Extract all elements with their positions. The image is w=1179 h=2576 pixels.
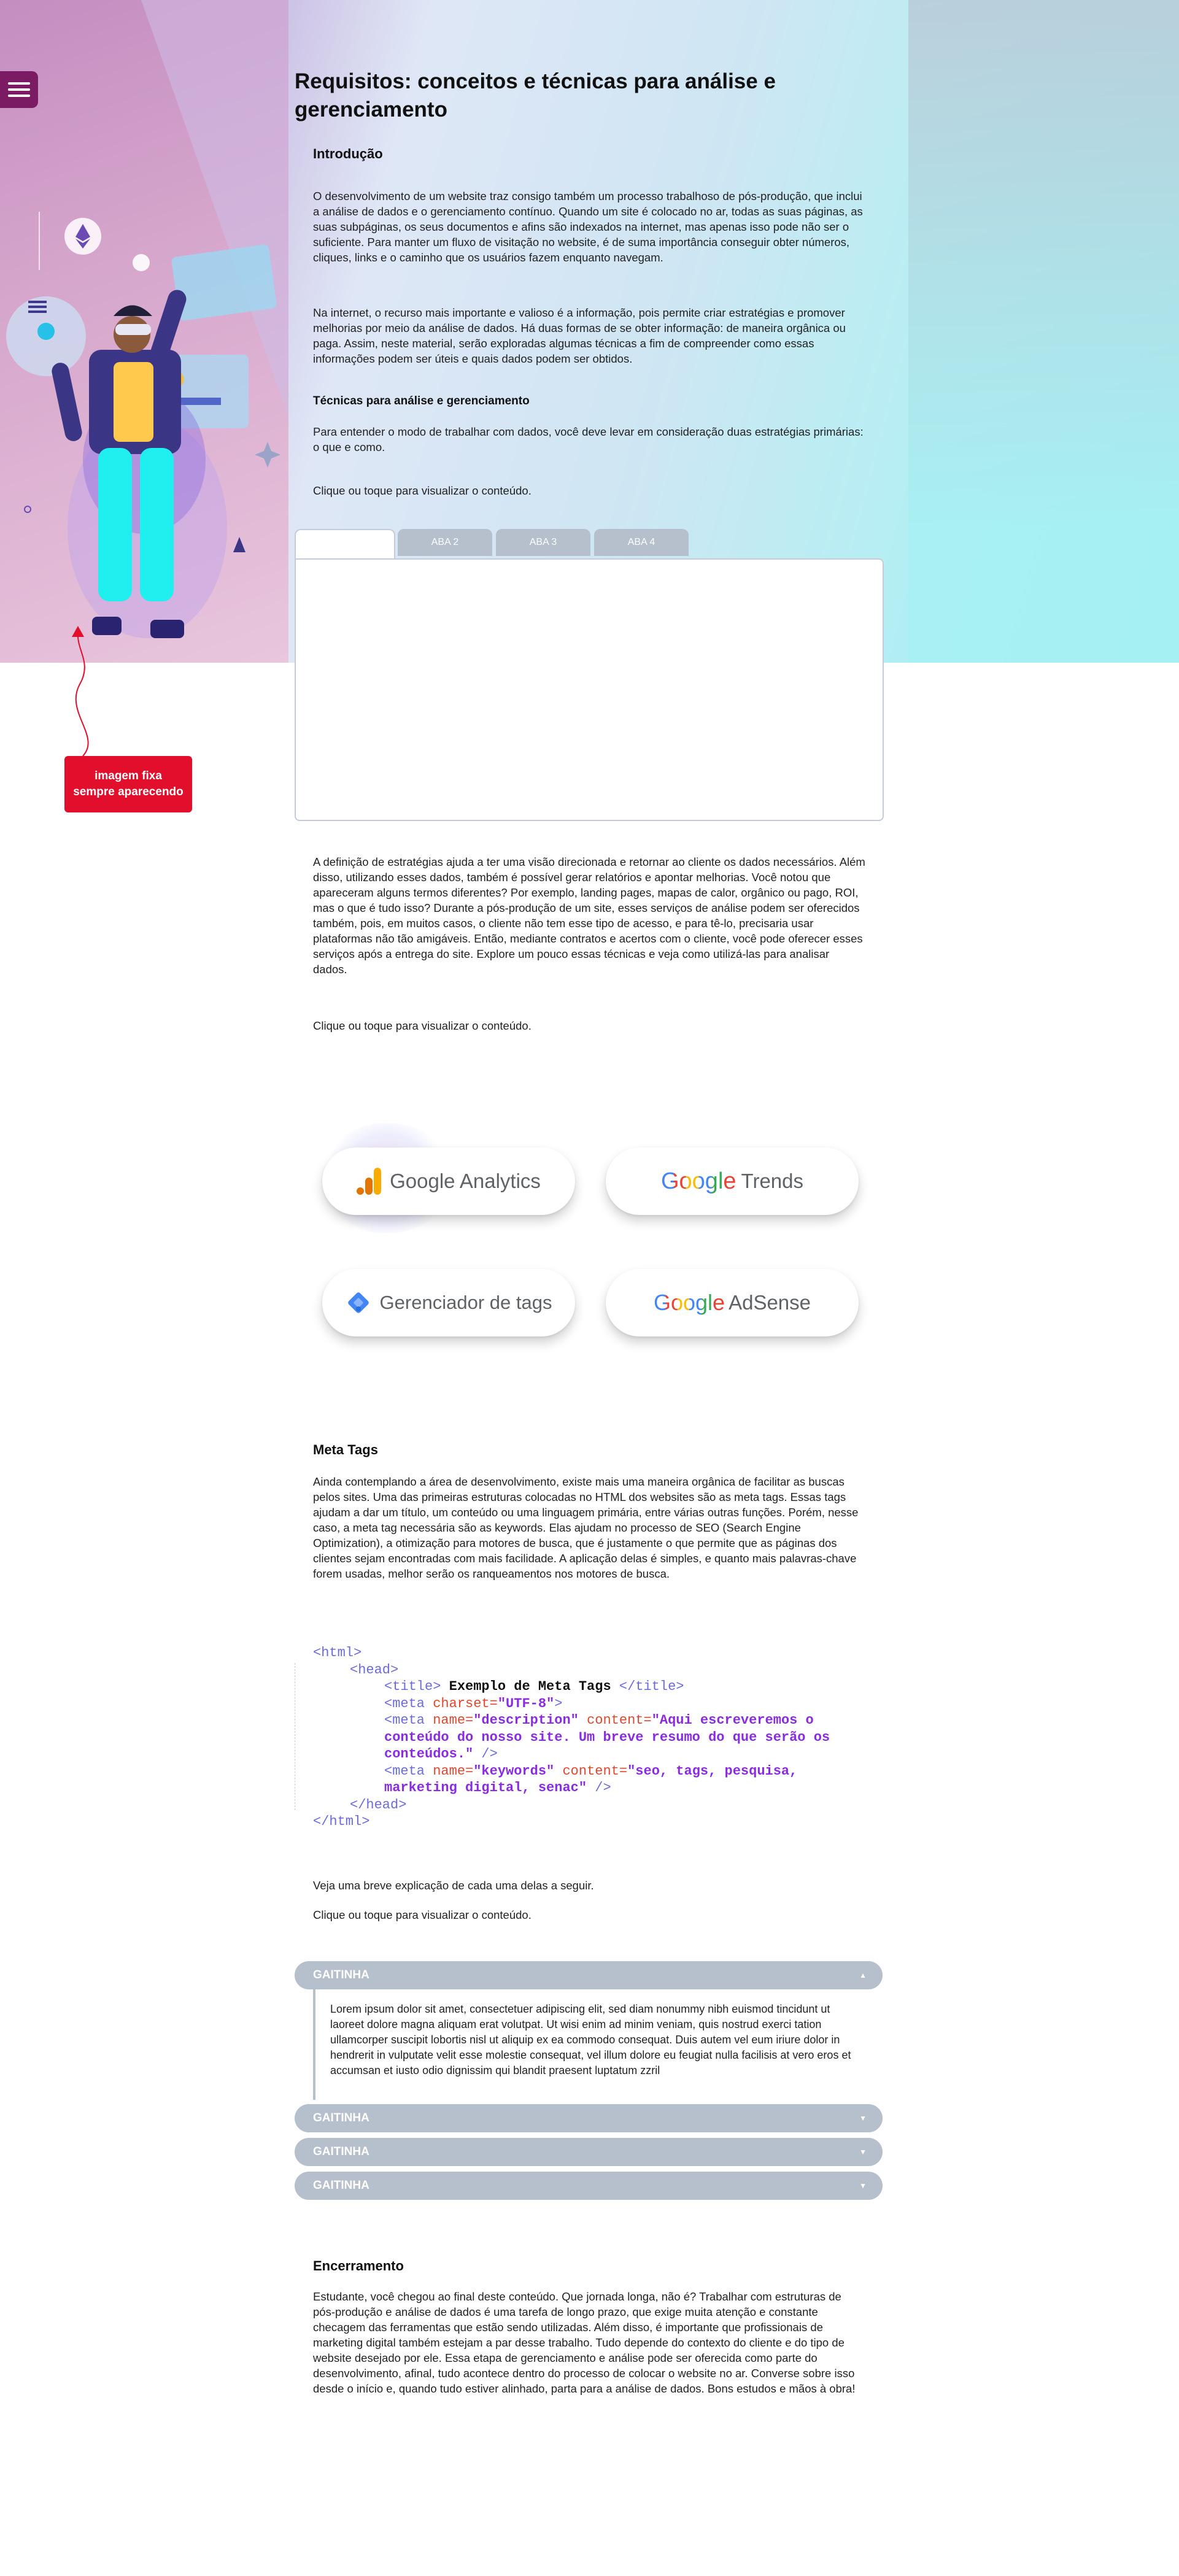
google-trends-label: Trends [741,1170,804,1192]
google-trends-button[interactable]: Google Trends [606,1147,859,1215]
tab-2[interactable]: ABA 2 [398,529,492,556]
accordion-item-2-label: GAITINHA [313,2111,369,2124]
tab-4[interactable]: ABA 4 [594,529,689,556]
chevron-down-icon: ▼ [859,2181,867,2190]
accordion-item-4-header[interactable]: GAITINHA ▼ [295,2172,883,2200]
chevron-up-icon: ▲ [859,1971,867,1980]
closing-heading: Encerramento [313,2258,404,2273]
accordion-item-2-header[interactable]: GAITINHA ▼ [295,2104,883,2132]
tag-manager-diamond-icon [347,1292,369,1313]
analytics-bars-icon [357,1168,382,1195]
intro-paragraph-2: Na internet, o recurso mais importante e… [313,306,846,365]
intro-heading: Introdução [313,146,383,161]
tab-panel [295,558,884,821]
tab-2-label: ABA 2 [431,537,459,547]
accordion-item-3-label: GAITINHA [313,2145,369,2158]
accordion-item-1-body: Lorem ipsum dolor sit amet, consectetuer… [313,1989,865,2100]
accordion-item-1-label: GAITINHA [313,1969,369,1981]
hamburger-menu-icon[interactable] [0,71,38,108]
tag-manager-label: Gerenciador de tags [379,1292,552,1313]
google-wordmark: Google [660,1168,736,1194]
tab-3[interactable]: ABA 3 [496,529,590,556]
techniques-paragraph: Para entender o modo de trabalhar com da… [313,425,864,453]
techniques-heading: Técnicas para análise e gerenciamento [313,395,530,407]
annotation-arrow-icon [72,626,89,757]
code-block: <html> <head> <title> Exemplo de Meta Ta… [313,1645,830,1829]
fixed-image-note: imagem fixa sempre aparecendo [64,756,192,812]
meta-cta: Clique ou toque para visualizar o conteú… [313,1908,532,1921]
chevron-down-icon: ▼ [859,2148,867,2156]
fixed-note-line1: imagem fixa [95,769,162,782]
closing-paragraph: Estudante, você chegou ao final deste co… [313,2290,856,2395]
tag-manager-button[interactable]: Gerenciador de tags [322,1269,575,1336]
google-analytics-label: Google Analytics [390,1170,541,1192]
google-wordmark: Google [653,1290,725,1315]
accordion-item-4-label: GAITINHA [313,2179,369,2192]
meta-paragraph-2: Veja uma breve explicação de cada uma de… [313,1879,594,1892]
tab-3-label: ABA 3 [529,537,557,547]
accordion-item-3-header[interactable]: GAITINHA ▼ [295,2138,883,2166]
strategy-paragraph: A definição de estratégias ajuda a ter u… [313,855,865,976]
tab-1-label: ABA 1 [331,539,359,549]
meta-heading: Meta Tags [313,1442,378,1457]
accordion-item-1-header[interactable]: GAITINHA ▲ [295,1961,883,1989]
strategy-cta: Clique ou toque para visualizar o conteú… [313,1019,532,1032]
page-title: Requisitos: conceitos e técnicas para an… [295,69,776,121]
google-adsense-label: AdSense [729,1291,811,1314]
tab-4-label: ABA 4 [627,537,655,547]
fixed-note-line2: sempre aparecendo [73,785,184,798]
intro-paragraph-1: O desenvolvimento de um website traz con… [313,190,863,264]
techniques-cta: Clique ou toque para visualizar o conteú… [313,484,532,497]
vr-person-illustration [6,212,280,638]
chevron-down-icon: ▼ [859,2114,867,2123]
hero-banner-band [908,0,1179,663]
google-adsense-button[interactable]: Google AdSense [606,1269,859,1336]
tab-1[interactable]: ABA 1 [295,529,395,558]
google-analytics-button[interactable]: Google Analytics [322,1147,575,1215]
meta-paragraph: Ainda contemplando a área de desenvolvim… [313,1475,859,1580]
